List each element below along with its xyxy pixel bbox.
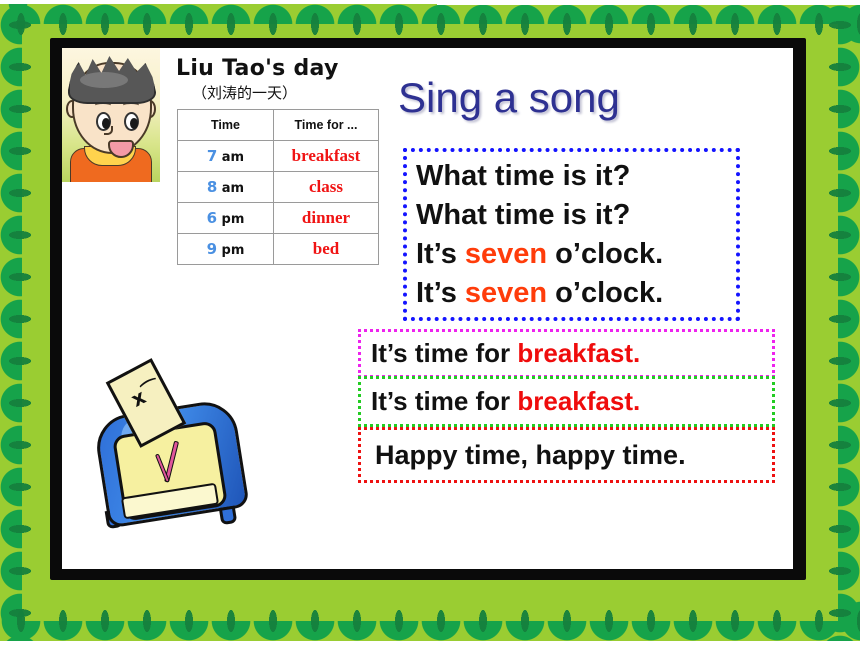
verse-text: What time is it	[416, 198, 613, 231]
time-hour: 7	[206, 146, 218, 165]
cell-activity: dinner	[273, 202, 379, 234]
chorus-text: It’s time for	[371, 386, 518, 416]
boy-hair	[68, 56, 156, 104]
time-meridiem: pm	[221, 242, 245, 258]
border-stud-row-right	[828, 4, 852, 641]
verse-tail: o’clock.	[547, 276, 664, 309]
verse-line: What time is it?	[407, 157, 736, 196]
time-meridiem: am	[221, 180, 245, 196]
cell-time: 8 am	[177, 171, 274, 203]
cell-time: 9 pm	[177, 233, 274, 265]
verse-text: It’s	[416, 237, 465, 270]
chorus-text: Happy time, happy time.	[375, 439, 686, 470]
boy-portrait-image	[62, 48, 160, 182]
slide-stage: Liu Tao's day （刘涛的一天） Time Time for ... …	[0, 0, 860, 645]
time-meridiem: pm	[221, 211, 245, 227]
cell-activity: bed	[273, 233, 379, 265]
verse-line: It’s seven o’clock.	[407, 274, 736, 313]
cell-activity: class	[273, 171, 379, 203]
verse-tail: ?	[612, 159, 631, 192]
table-row: 6 pm dinner	[177, 202, 379, 234]
time-hour: 6	[206, 208, 218, 227]
verse-highlight: seven	[464, 237, 548, 270]
slide-canvas: Liu Tao's day （刘涛的一天） Time Time for ... …	[62, 48, 793, 569]
verse-box: What time is it? What time is it? It’s s…	[403, 148, 740, 321]
boy-pupil-right	[130, 118, 138, 129]
chorus-line: It’s time for breakfast.	[361, 338, 772, 369]
table-row: 9 pm bed	[177, 233, 379, 265]
boy-eye-right	[124, 112, 139, 131]
chorus-line: Happy time, happy time.	[361, 440, 772, 471]
chorus-highlight: breakfast.	[517, 386, 641, 416]
cell-activity: breakfast	[273, 140, 379, 172]
time-meridiem: am	[221, 149, 245, 165]
verse-text: What time is it	[416, 159, 613, 192]
chorus-box-green: It’s time for breakfast.	[358, 376, 775, 427]
schedule-subtitle: （刘涛的一天）	[192, 84, 298, 102]
border-stud-row-bottom	[0, 609, 860, 633]
cell-time: 6 pm	[177, 202, 274, 234]
border-stud-row-left	[8, 4, 32, 641]
verse-text: It’s	[416, 276, 465, 309]
chorus-text: It’s time for	[371, 338, 518, 368]
schedule-table: Time Time for ... 7 am breakfast 8 am cl…	[177, 109, 379, 265]
border-stud-row-top	[0, 12, 860, 36]
verse-highlight: seven	[464, 276, 548, 309]
verse-tail: ?	[612, 198, 631, 231]
cell-time: 7 am	[177, 140, 274, 172]
alarm-clock-image: x⁀	[82, 358, 272, 546]
time-hour: 9	[206, 239, 218, 258]
verse-tail: o’clock.	[547, 237, 664, 270]
boy-nose	[104, 126, 113, 135]
note-face-icon: x⁀	[126, 375, 166, 412]
table-row: 8 am class	[177, 171, 379, 203]
chorus-line: It’s time for breakfast.	[361, 386, 772, 417]
column-header-activity: Time for ...	[273, 109, 379, 141]
time-hour: 8	[206, 177, 218, 196]
chorus-box-magenta: It’s time for breakfast.	[358, 329, 775, 378]
chorus-box-red: Happy time, happy time.	[358, 427, 775, 483]
top-white-gap	[437, 0, 860, 5]
verse-line: It’s seven o’clock.	[407, 235, 736, 274]
column-header-time: Time	[177, 109, 274, 141]
chorus-highlight: breakfast.	[517, 338, 641, 368]
verse-line: What time is it?	[407, 196, 736, 235]
page-title: Sing a song	[398, 74, 620, 121]
schedule-title: Liu Tao's day	[176, 56, 339, 81]
table-row: 7 am breakfast	[177, 140, 379, 172]
table-header-row: Time Time for ...	[177, 109, 379, 141]
